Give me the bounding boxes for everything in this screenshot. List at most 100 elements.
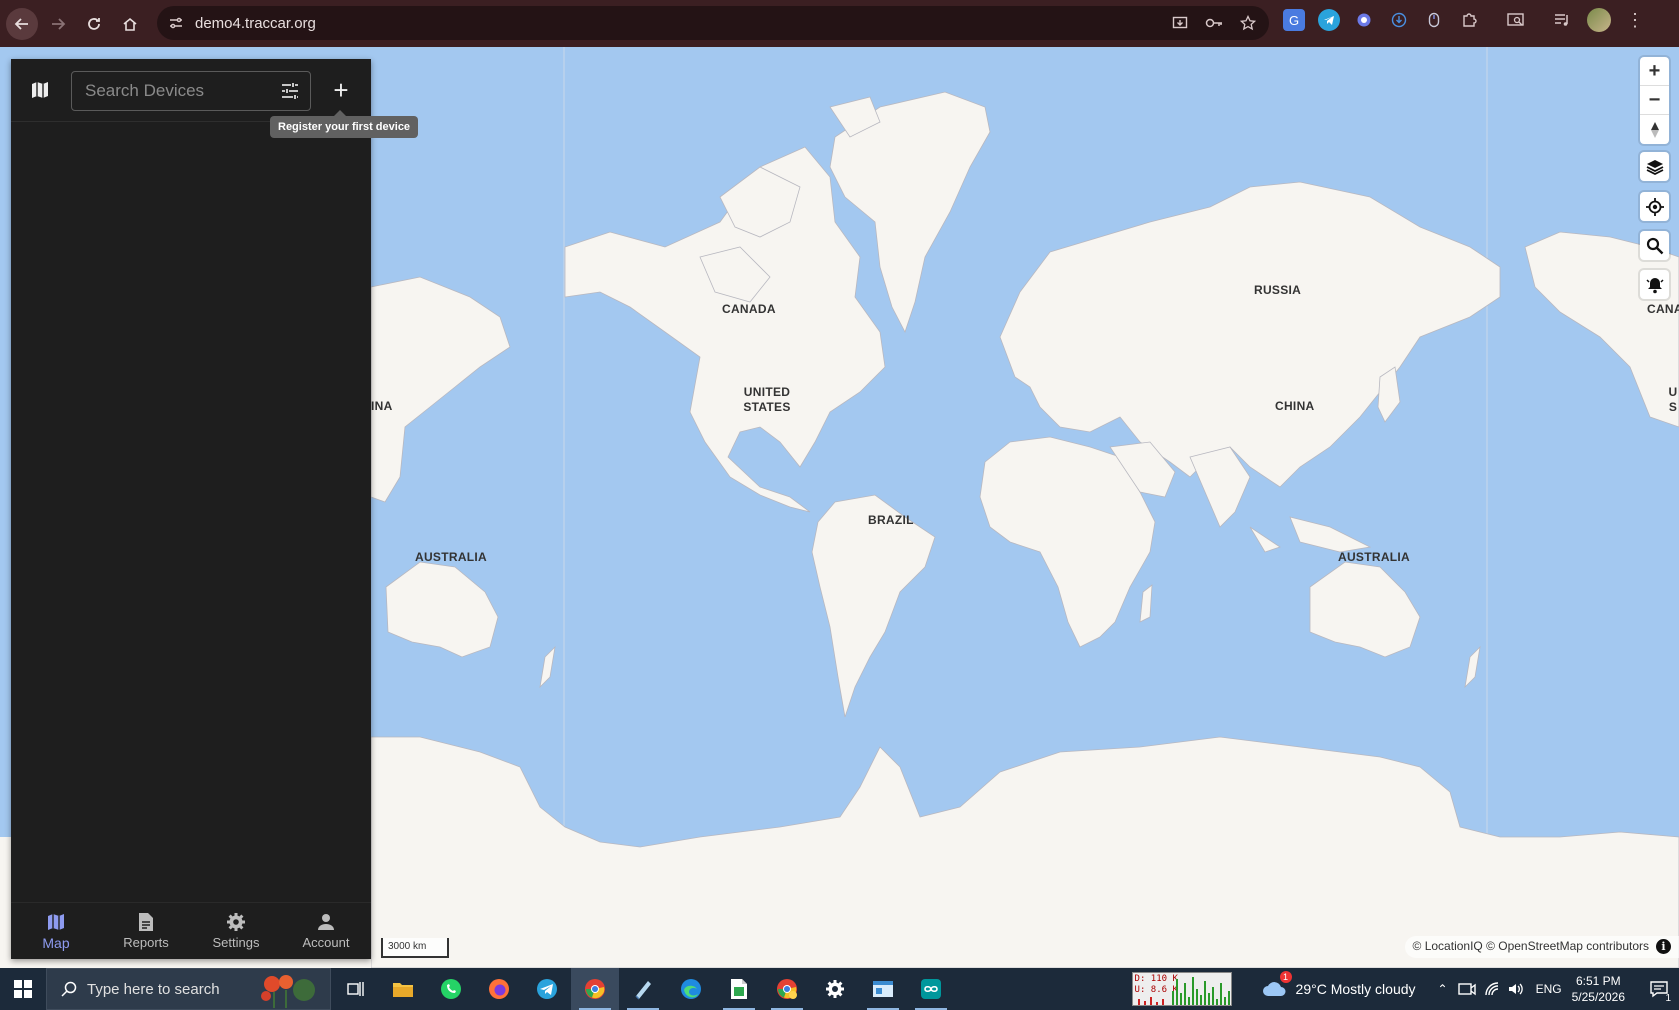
taskbar-search[interactable]: Type here to search xyxy=(46,968,331,1010)
device-sidebar: + Map Reports Settings Account xyxy=(11,59,371,959)
spreadsheet-app[interactable] xyxy=(715,968,763,1010)
nav-account-label: Account xyxy=(302,935,350,950)
map-toggle-button[interactable] xyxy=(27,77,53,103)
map-label-china: CHINA xyxy=(1275,399,1315,413)
whatsapp-app[interactable] xyxy=(427,968,475,1010)
info-icon[interactable]: i xyxy=(1656,939,1671,954)
zoom-controls: + − xyxy=(1640,57,1669,144)
reload-button[interactable] xyxy=(78,8,110,40)
map-label-brazil: BRAZIL xyxy=(868,513,914,527)
browser-menu-icon[interactable]: ⋮ xyxy=(1624,9,1646,31)
arduino-app[interactable] xyxy=(907,968,955,1010)
notes-app[interactable] xyxy=(619,968,667,1010)
bell-icon xyxy=(1645,277,1664,293)
geolocate-button[interactable] xyxy=(1640,192,1669,221)
network-monitor[interactable]: D: 110 K U: 8.6 K xyxy=(1131,972,1232,1006)
telegram-app[interactable] xyxy=(523,968,571,1010)
map-scale: 3000 km xyxy=(381,938,449,958)
arrow-left-icon xyxy=(14,17,28,30)
chrome-icon xyxy=(777,979,797,999)
translate-extension-icon[interactable]: G xyxy=(1283,9,1305,31)
compass-button[interactable] xyxy=(1640,115,1669,144)
media-controls-icon[interactable] xyxy=(1552,9,1574,31)
map-label-canada-partial: CANA xyxy=(1647,302,1679,316)
south-america-shape xyxy=(811,494,936,718)
url-text: demo4.traccar.org xyxy=(195,14,316,32)
task-view-icon xyxy=(347,982,364,996)
map-search-button[interactable] xyxy=(1640,231,1669,260)
home-icon xyxy=(123,17,137,31)
nav-map[interactable]: Map xyxy=(11,903,101,959)
zoom-in-button[interactable]: + xyxy=(1640,57,1669,86)
search-tabs-icon[interactable] xyxy=(1505,9,1527,31)
address-bar[interactable]: demo4.traccar.org xyxy=(157,6,1269,40)
map-label-united-states: UNITED STATES xyxy=(743,385,791,414)
notification-count: 1 xyxy=(1665,993,1671,1004)
language-indicator[interactable]: ENG xyxy=(1536,982,1562,996)
edge-icon xyxy=(681,979,701,999)
home-button[interactable] xyxy=(114,8,146,40)
file-explorer-app[interactable] xyxy=(379,968,427,1010)
folder-icon xyxy=(393,983,413,997)
notifications-control xyxy=(1640,270,1669,299)
zoom-out-button[interactable]: − xyxy=(1640,86,1669,115)
map-label-australia-right: AUSTRALIA xyxy=(1338,550,1411,564)
bookmark-star-icon[interactable] xyxy=(1237,10,1259,36)
back-button[interactable] xyxy=(6,7,38,40)
nav-account[interactable]: Account xyxy=(281,903,371,959)
map-icon xyxy=(48,913,64,930)
notifications-button[interactable] xyxy=(1640,270,1669,299)
chrome-app[interactable] xyxy=(571,968,619,1010)
layers-button[interactable] xyxy=(1640,152,1669,181)
install-app-icon[interactable] xyxy=(1169,10,1191,36)
circle-extension-icon[interactable] xyxy=(1353,9,1375,31)
nav-reports[interactable]: Reports xyxy=(101,903,191,959)
layers-icon xyxy=(1646,159,1663,175)
antarctica-shape xyxy=(370,736,1679,968)
spreadsheet-icon xyxy=(731,979,747,999)
edge-app[interactable] xyxy=(667,968,715,1010)
add-device-button[interactable]: + xyxy=(327,77,355,105)
australia-right-shape xyxy=(1309,561,1421,658)
notification-center-button[interactable]: 1 xyxy=(1639,968,1679,1010)
nav-settings[interactable]: Settings xyxy=(191,903,281,959)
cloud-icon: 1 xyxy=(1262,970,1292,1001)
settings-app[interactable] xyxy=(811,968,859,1010)
flowers-decoration-icon xyxy=(261,975,315,1008)
layers-control xyxy=(1640,152,1669,181)
geolocate-control xyxy=(1640,192,1669,221)
windows-taskbar: Type here to search D: 110 K U: 8.6 K 1 … xyxy=(0,968,1679,1010)
clock[interactable]: 6:51 PM 5/25/2026 xyxy=(1572,973,1625,1005)
control-panel-app[interactable] xyxy=(859,968,907,1010)
system-tray: D: 110 K U: 8.6 K 1 29°C Mostly cloudy ⌃ … xyxy=(1131,968,1679,1010)
chrome-icon xyxy=(585,979,605,999)
nav-map-label: Map xyxy=(42,934,70,951)
notepad-icon xyxy=(635,981,651,1000)
profile-avatar[interactable] xyxy=(1587,8,1611,32)
puzzle-extension-icon[interactable] xyxy=(1458,9,1480,31)
telegram-icon xyxy=(537,979,557,999)
chevron-up-icon[interactable]: ⌃ xyxy=(1438,982,1448,996)
device-search-input[interactable] xyxy=(72,72,262,110)
firefox-app[interactable] xyxy=(475,968,523,1010)
task-view-button[interactable] xyxy=(331,968,379,1010)
sidebar-header: + xyxy=(11,59,371,122)
browser-toolbar: demo4.traccar.org G ⋮ xyxy=(0,0,1679,47)
weather-widget[interactable]: 1 29°C Mostly cloudy xyxy=(1262,970,1416,1001)
key-icon[interactable] xyxy=(1203,10,1225,36)
filter-button[interactable] xyxy=(280,81,300,101)
gear-icon xyxy=(227,913,245,931)
gear-icon xyxy=(826,980,844,998)
start-button[interactable] xyxy=(0,968,46,1010)
search-control xyxy=(1640,231,1669,260)
telegram-extension-icon[interactable] xyxy=(1318,9,1340,31)
forward-button[interactable] xyxy=(42,8,74,40)
chrome-profile-app[interactable] xyxy=(763,968,811,1010)
meet-now-icon[interactable] xyxy=(1457,981,1476,997)
mouse-extension-icon[interactable] xyxy=(1423,9,1445,31)
site-info-icon[interactable] xyxy=(163,10,189,36)
wifi-icon[interactable] xyxy=(1484,981,1500,997)
volume-icon[interactable] xyxy=(1508,981,1524,997)
download-extension-icon[interactable] xyxy=(1388,9,1410,31)
map-label-us-partial: U S xyxy=(1668,385,1678,414)
